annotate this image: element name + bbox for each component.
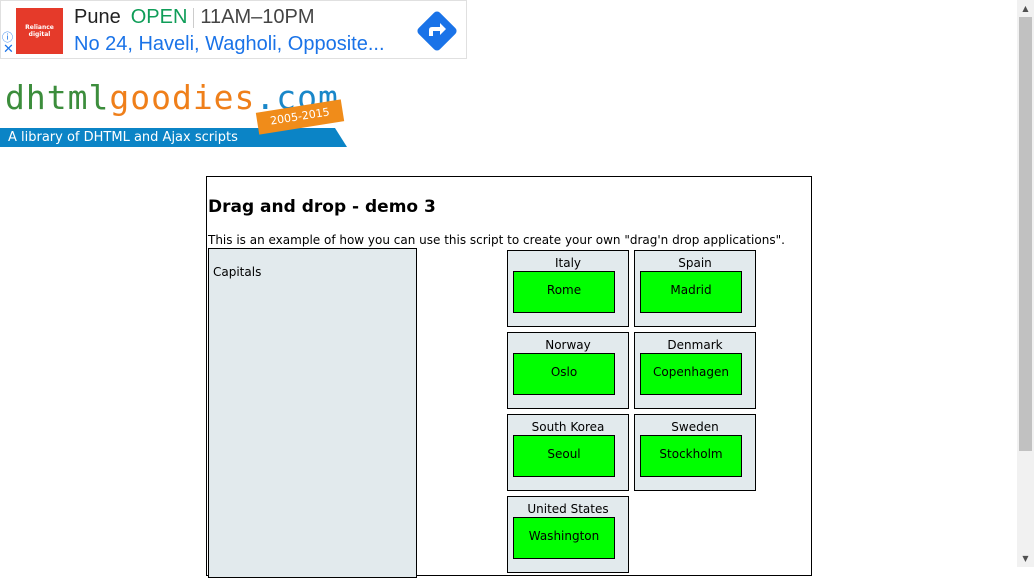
country-box-denmark[interactable]: Denmark Copenhagen [634, 332, 756, 409]
country-name: United States [527, 502, 609, 516]
capital-tile-madrid[interactable]: Madrid [640, 271, 742, 313]
country-name: Denmark [667, 338, 723, 352]
capital-tile-washington[interactable]: Washington [513, 517, 615, 559]
country-box-south-korea[interactable]: South Korea Seoul [507, 414, 629, 491]
capital-tile-rome[interactable]: Rome [513, 271, 615, 313]
country-box-spain[interactable]: Spain Madrid [634, 250, 756, 327]
scroll-up-icon[interactable]: ▲ [1017, 0, 1034, 17]
vertical-scrollbar[interactable]: ▲ ▼ [1017, 0, 1034, 567]
country-name: South Korea [531, 420, 605, 434]
logo-part-dhtml: dhtml [5, 78, 110, 117]
capital-tile-copenhagen[interactable]: Copenhagen [640, 353, 742, 395]
logo-part-goodies: goodies [109, 78, 256, 117]
country-box-italy[interactable]: Italy Rome [507, 250, 629, 327]
country-box-sweden[interactable]: Sweden Stockholm [634, 414, 756, 491]
logo-tagline: A library of DHTML and Ajax scripts [0, 128, 347, 147]
capital-tile-seoul[interactable]: Seoul [513, 435, 615, 477]
capitals-drop-zone[interactable]: Capitals [208, 248, 417, 578]
ad-hours: 11AM–10PM [200, 6, 315, 28]
capital-tile-stockholm[interactable]: Stockholm [640, 435, 742, 477]
country-name: Spain [678, 256, 712, 270]
country-name: Sweden [671, 420, 719, 434]
ad-banner[interactable]: Reliance digital ⓘ ✕ Pune OPEN 11AM–10PM N… [0, 0, 467, 59]
ad-address[interactable]: No 24, Haveli, Wagholi, Opposite... [74, 33, 385, 56]
scroll-down-icon[interactable]: ▼ [1017, 550, 1034, 567]
country-box-united-states[interactable]: United States Washington [507, 496, 629, 573]
capitals-label: Capitals [213, 265, 262, 279]
country-name: Norway [545, 338, 591, 352]
capital-tile-oslo[interactable]: Oslo [513, 353, 615, 395]
ad-headline[interactable]: Pune OPEN 11AM–10PM [74, 6, 315, 29]
ad-logo[interactable]: Reliance digital [16, 8, 63, 54]
country-box-norway[interactable]: Norway Oslo [507, 332, 629, 409]
close-icon[interactable]: ✕ [3, 43, 14, 56]
ad-separator [193, 7, 195, 28]
ad-status: OPEN [130, 6, 188, 28]
country-name: Italy [554, 256, 582, 270]
demo-description: This is an example of how you can use th… [208, 233, 785, 247]
directions-icon[interactable] [416, 10, 458, 52]
page-title: Drag and drop - demo 3 [208, 197, 436, 217]
ad-city: Pune [74, 6, 121, 28]
scroll-thumb[interactable] [1019, 17, 1032, 451]
